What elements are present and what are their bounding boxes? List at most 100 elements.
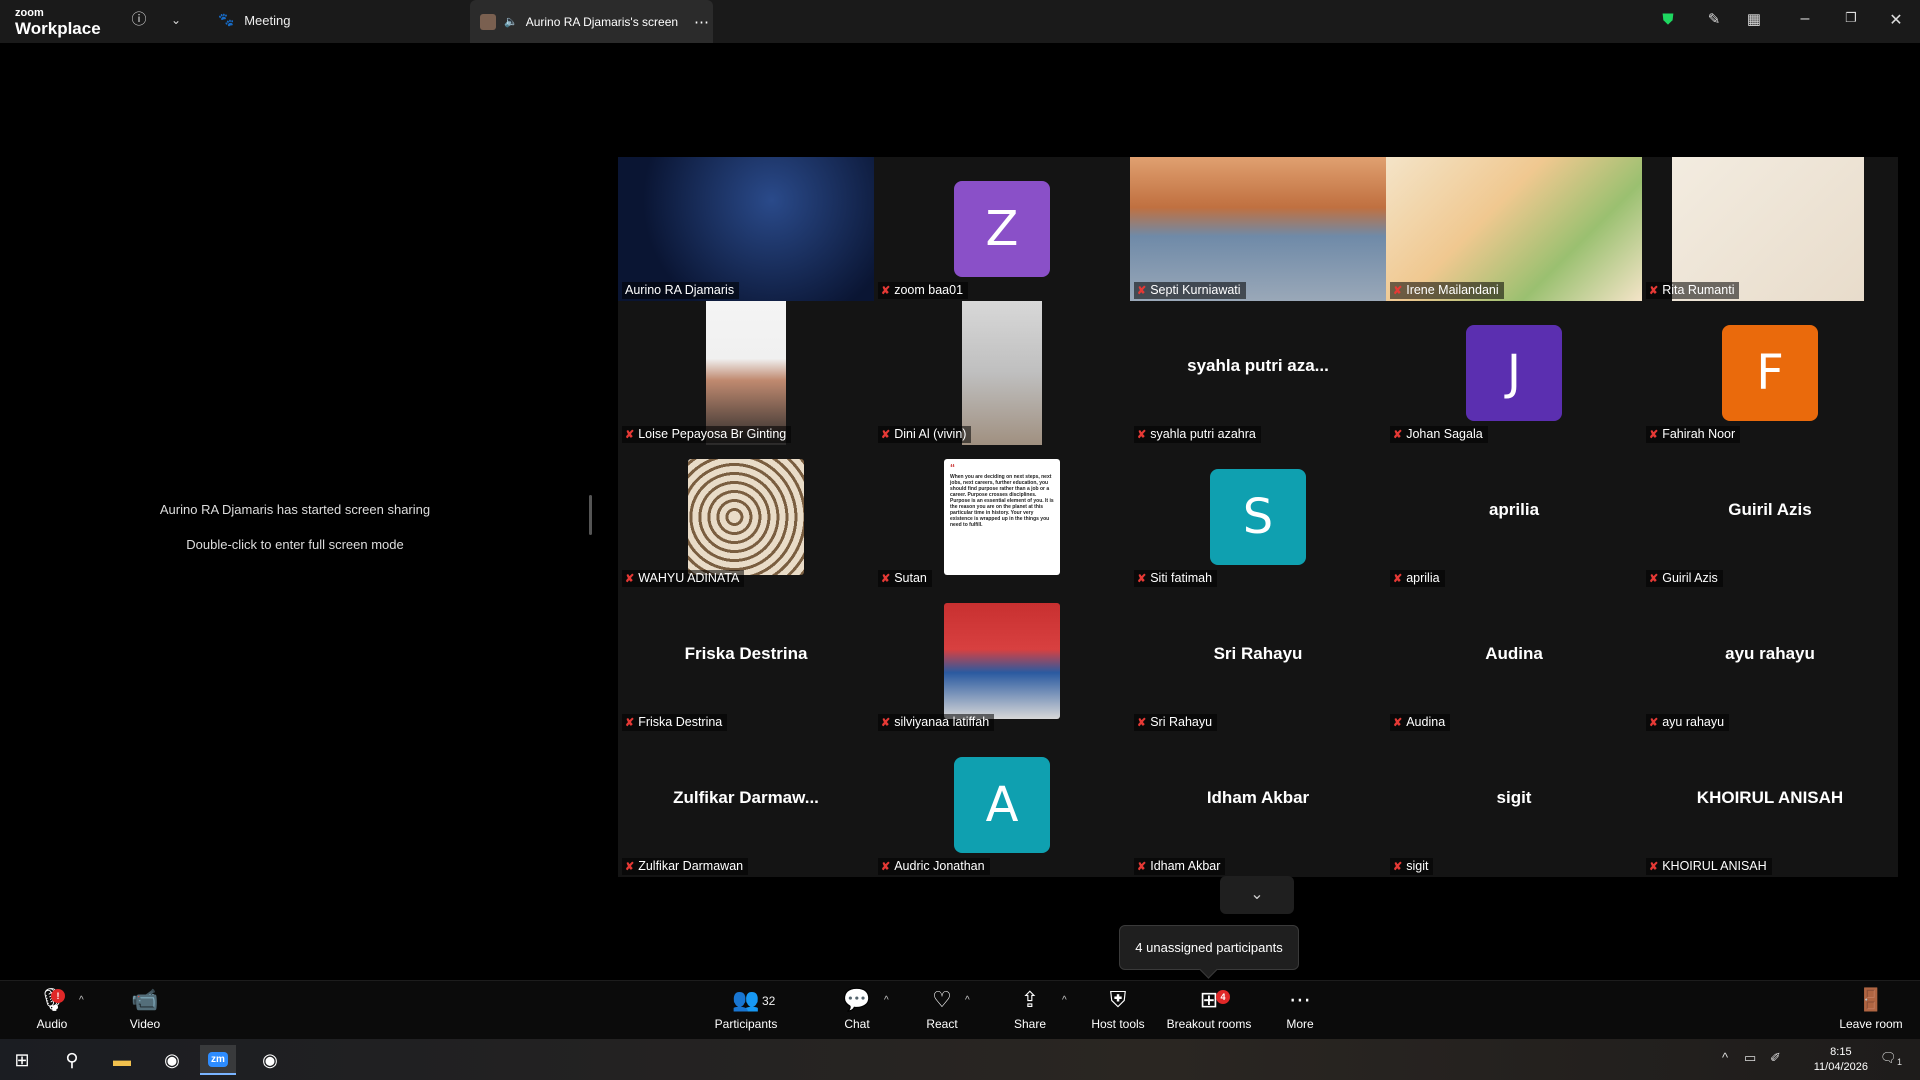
share-options-caret[interactable]: ^ [1062,995,1067,1006]
participant-name: Guiril Azis [1662,571,1718,585]
participant-photo [688,459,804,575]
participant-tile[interactable]: ✘ Rita Rumanti [1642,157,1898,301]
mic-muted-icon: ✘ [1393,716,1403,729]
participant-tile[interactable]: Sri Rahayu ✘ Sri Rahayu [1130,589,1386,733]
chat-options-caret[interactable]: ^ [884,995,889,1006]
participant-video [1386,157,1642,301]
share-button[interactable]: ⇪ Share [1010,987,1050,1031]
quote-text: When you are deciding on next steps, nex… [950,474,1054,528]
participant-quote-image: “When you are deciding on next steps, ne… [944,459,1060,575]
participant-name-plate: ✘ sigit [1390,858,1434,875]
participant-tile[interactable]: A ✘ Audric Jonathan [874,733,1130,877]
mic-muted-icon: ✘ [1137,716,1147,729]
more-options-icon[interactable]: ⋯ [694,13,709,31]
participant-name-plate: ✘ Septi Kurniawati [1134,282,1246,299]
zoom-logo: zoom Workplace [15,8,101,38]
network-icon[interactable]: ▭ [1744,1050,1756,1066]
mic-muted-icon: ✘ [625,860,635,873]
shield-icon[interactable]: ⛊ [1658,10,1678,30]
participant-tile[interactable]: Aurino RA Djamaris [618,157,874,301]
leave-room-button[interactable]: 🚪 Leave room [1838,987,1904,1031]
chevron-down-icon[interactable]: ⌄ [166,10,186,30]
mic-muted-icon: ✘ [625,428,635,441]
participant-tile[interactable]: ✘ WAHYU ADINATA [618,445,874,589]
participant-tile[interactable]: ayu rahayu ✘ ayu rahayu [1642,589,1898,733]
chrome-profile-icon[interactable]: ◉ [252,1045,288,1075]
participant-name-plate: ✘ Johan Sagala [1390,426,1488,443]
participant-tile[interactable]: syahla putri aza... ✘ syahla putri azahra [1130,301,1386,445]
audio-options-caret[interactable]: ^ [79,995,84,1006]
participant-tile[interactable]: ✘ Irene Mailandani [1386,157,1642,301]
participant-video [1130,157,1386,301]
tab-meeting[interactable]: 🐾 Meeting [218,12,290,28]
participant-tile[interactable]: Z ✘ zoom baa01 [874,157,1130,301]
participants-count: 32 [762,994,776,1008]
participant-name-plate: ✘ Guiril Azis [1646,570,1723,587]
search-icon[interactable]: ⚲ [54,1045,90,1075]
restore-icon[interactable]: ❐ [1839,10,1863,26]
participant-tile[interactable]: Guiril Azis ✘ Guiril Azis [1642,445,1898,589]
zoom-app-icon[interactable]: zm [200,1045,236,1075]
view-layout-icon[interactable]: ▦ [1744,10,1764,30]
participant-tile[interactable]: J ✘ Johan Sagala [1386,301,1642,445]
participant-avatar: Z [954,181,1050,277]
mic-muted-icon: ✘ [1137,284,1147,297]
system-clock[interactable]: 8:15 11/04/2026 [1814,1045,1868,1075]
react-button[interactable]: ♡ React [922,987,962,1031]
participant-tile[interactable]: S ✘ Siti fatimah [1130,445,1386,589]
heart-icon: ♡ [932,988,952,1013]
meeting-toolbar: 🎙 Audio ! ^ 📹 Video 👥 Participants 32 💬 … [0,980,1920,1039]
tray-overflow-icon[interactable]: ^ [1722,1050,1728,1065]
tab-shared-screen[interactable]: 🔈 Aurino RA Djamaris's screen ⋯ [470,0,713,43]
leave-room-label: Leave room [1839,1017,1903,1031]
participant-tile[interactable]: aprilia ✘ aprilia [1386,445,1642,589]
chat-button[interactable]: 💬 Chat [839,987,875,1031]
brand-big: Workplace [15,19,101,38]
scroll-down-button[interactable]: ⌄ [1220,876,1294,914]
gallery-view: Aurino RA Djamaris Z ✘ zoom baa01 ✘ Septi Kur… [618,157,1900,877]
participant-display-name: Guiril Azis [1728,500,1812,519]
participant-tile[interactable]: Friska Destrina ✘ Friska Destrina [618,589,874,733]
split-divider-handle[interactable] [589,495,592,535]
video-button[interactable]: 📹 Video [125,987,165,1031]
participant-tile[interactable]: Audina ✘ Audina [1386,589,1642,733]
share-started-text: Aurino RA Djamaris has started screen sh… [159,502,431,517]
participant-tile[interactable]: ✘ Loise Pepayosa Br Ginting [618,301,874,445]
participant-tile[interactable]: sigit ✘ sigit [1386,733,1642,877]
participant-name-plate: ✘ Audina [1390,714,1451,731]
windows-start-icon[interactable]: ⊞ [4,1045,40,1075]
participant-tile[interactable]: “When you are deciding on next steps, ne… [874,445,1130,589]
host-tools-button[interactable]: ⛨ Host tools [1090,987,1146,1031]
participant-tile[interactable]: Idham Akbar ✘ Idham Akbar [1130,733,1386,877]
annotate-icon[interactable]: ✎ [1704,10,1724,30]
notifications-icon[interactable]: 🗨 [1880,1050,1897,1066]
participant-name-plate: ✘ Fahirah Noor [1646,426,1741,443]
participant-tile[interactable]: ✘ Dini Al (vivin) [874,301,1130,445]
more-icon: ⋯ [1289,988,1311,1013]
more-button[interactable]: ⋯ More [1284,987,1316,1031]
react-options-caret[interactable]: ^ [965,995,970,1006]
share-label: Share [1013,1017,1047,1031]
file-explorer-icon[interactable]: ▬ [104,1045,140,1075]
clock-time: 8:15 [1830,1046,1852,1058]
pen-icon[interactable]: ✐ [1770,1050,1781,1066]
minimize-icon[interactable]: – [1793,10,1817,28]
participant-tile[interactable]: KHOIRUL ANISAH ✘ KHOIRUL ANISAH [1642,733,1898,877]
participant-tile[interactable]: F ✘ Fahirah Noor [1642,301,1898,445]
close-icon[interactable]: ✕ [1884,10,1908,30]
breakout-rooms-button[interactable]: ⊞ Breakout rooms [1164,987,1254,1031]
participant-name-plate: ✘ Zulfikar Darmawan [622,858,749,875]
chrome-icon[interactable]: ◉ [154,1045,190,1075]
mic-muted-icon: ✘ [881,716,891,729]
participant-name: Johan Sagala [1406,427,1483,441]
mic-muted-icon: ✘ [1649,284,1659,297]
participant-tile[interactable]: ✘ silviyanaa latiffah [874,589,1130,733]
participant-name: aprilia [1406,571,1440,585]
info-icon[interactable]: ⓘ [129,10,149,30]
paw-icon: 🐾 [218,12,235,27]
participant-tile[interactable]: ✘ Septi Kurniawati [1130,157,1386,301]
participant-name: Irene Mailandani [1406,283,1499,297]
participant-tile[interactable]: Zulfikar Darmaw... ✘ Zulfikar Darmawan [618,733,874,877]
participant-name-plate: ✘ Audric Jonathan [878,858,990,875]
participant-avatar: J [1466,325,1562,421]
